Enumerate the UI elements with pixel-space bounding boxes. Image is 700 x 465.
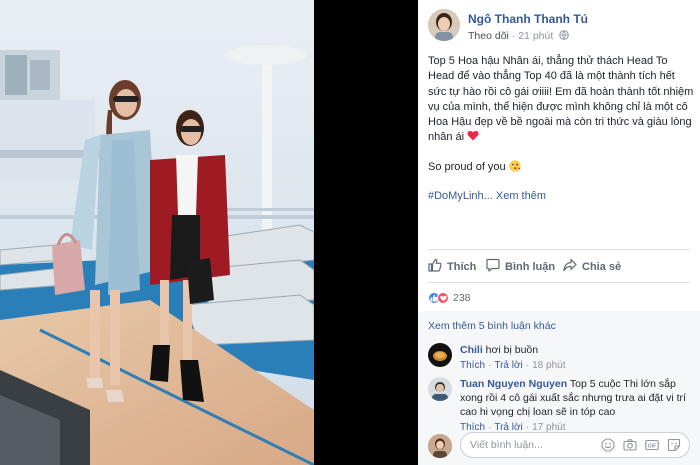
author-avatar[interactable] [428, 9, 460, 41]
post-paragraph-2: So proud of you [428, 160, 696, 175]
dot-separator: · [525, 360, 530, 371]
post-author-header: Ngô Thanh Thanh Tú Theo dõi · 21 phút [428, 9, 694, 45]
comment-input-placeholder: Viết bình luận... [470, 439, 543, 451]
comment-actions: Thích · Trả lời · 18 phút [460, 359, 690, 373]
reaction-count: 238 [453, 292, 471, 304]
kissing-face-icon [509, 160, 521, 172]
like-label: Thích [447, 260, 477, 273]
comment-composer: Viết bình luận... GIF [428, 432, 690, 460]
share-arrow-icon [563, 258, 577, 275]
red-heart-icon [467, 130, 479, 141]
post-meta: Theo dõi · 21 phút [468, 30, 569, 42]
share-label: Chia sẻ [582, 260, 622, 273]
post-photo[interactable] [0, 0, 314, 465]
commenter-name[interactable]: Chili [460, 344, 483, 356]
photo-image [0, 0, 314, 465]
post-panel: Ngô Thanh Thanh Tú Theo dõi · 21 phút To… [418, 0, 700, 465]
love-reaction-icon [437, 292, 449, 304]
emoji-icon[interactable] [601, 438, 615, 457]
comment-body: Tuan Nguyen Nguyen Top 5 cuộc Thi lớn sắ… [460, 377, 690, 435]
dot-separator: · [488, 360, 492, 371]
sticker-icon[interactable] [667, 438, 681, 457]
hashtag-link[interactable]: #DoMyLinh... [428, 190, 493, 202]
view-more-comments-link[interactable]: Xem thêm 5 bình luận khác [428, 320, 556, 332]
commenter-avatar[interactable] [428, 343, 452, 367]
see-more-link[interactable]: Xem thêm [496, 190, 546, 202]
lightbox-background [314, 0, 418, 465]
camera-icon[interactable] [623, 438, 637, 457]
post-paragraph-1: Top 5 Hoa hậu Nhân ái, thẳng thử thách H… [428, 54, 696, 146]
like-button[interactable]: Thích [428, 258, 476, 275]
comment-time[interactable]: 18 phút [532, 360, 565, 371]
comment-label: Bình luận [505, 260, 556, 273]
post-paragraph-3: #DoMyLinh... Xem thêm [428, 189, 696, 204]
current-user-avatar [428, 434, 452, 458]
divider [428, 249, 690, 250]
commenter-name[interactable]: Tuan Nguyen Nguyen [460, 378, 567, 390]
divider [428, 282, 690, 283]
commenter-avatar[interactable] [428, 377, 452, 401]
action-bar: Thích Bình luận Chia sẻ [428, 256, 690, 276]
comment-like-link[interactable]: Thích [460, 360, 485, 371]
comment-reply-link[interactable]: Trả lời [494, 360, 522, 371]
comment-input[interactable]: Viết bình luận... GIF [460, 432, 690, 458]
composer-tools: GIF [601, 438, 681, 457]
gif-icon[interactable]: GIF [645, 438, 659, 457]
reactions-summary[interactable]: 238 [428, 291, 471, 305]
post-body: Top 5 Hoa hậu Nhân ái, thẳng thử thách H… [428, 54, 696, 218]
comments-section: Xem thêm 5 bình luận khác Chili hơi bị b… [418, 311, 700, 465]
globe-icon [559, 30, 569, 40]
comment-button[interactable]: Bình luận [486, 258, 555, 275]
share-button[interactable]: Chia sẻ [563, 258, 621, 275]
follow-link[interactable]: Theo dõi [468, 30, 509, 42]
svg-text:GIF: GIF [648, 443, 657, 449]
post-time[interactable]: 21 phút [518, 30, 553, 42]
post-paragraph-2-text: So proud of you [428, 160, 506, 173]
thumbs-up-icon [428, 258, 442, 275]
comment-bubble-icon [486, 258, 500, 275]
comment-body: Chili hơi bị buồn Thích · Trả lời · 18 phút [460, 343, 690, 373]
author-name[interactable]: Ngô Thanh Thanh Tú [468, 12, 588, 26]
comment-text: hơi bị buồn [485, 344, 539, 356]
